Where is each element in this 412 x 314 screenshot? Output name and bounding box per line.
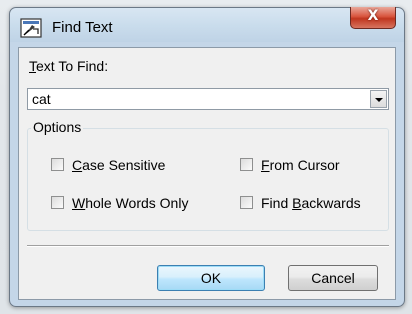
find-text-app-icon xyxy=(20,18,42,38)
whole-words-checkbox[interactable] xyxy=(51,196,64,209)
close-button[interactable]: X xyxy=(350,7,396,29)
close-icon: X xyxy=(367,8,379,24)
text-to-find-value[interactable]: cat xyxy=(32,91,51,107)
case-sensitive-label[interactable]: Case Sensitive xyxy=(72,157,165,173)
options-group xyxy=(27,128,389,231)
find-text-dialog: Find Text X Text To Find: cat Options Ca… xyxy=(9,7,405,307)
options-group-label: Options xyxy=(31,119,84,135)
chevron-down-icon[interactable] xyxy=(370,90,387,108)
from-cursor-label[interactable]: From Cursor xyxy=(261,157,340,173)
ok-button[interactable]: OK xyxy=(157,265,265,291)
find-backwards-label[interactable]: Find Backwards xyxy=(261,195,361,211)
case-sensitive-checkbox[interactable] xyxy=(51,158,64,171)
dialog-title: Find Text xyxy=(52,19,113,36)
separator xyxy=(27,245,389,247)
from-cursor-checkbox[interactable] xyxy=(240,158,253,171)
text-to-find-label: Text To Find: xyxy=(29,58,109,74)
find-backwards-checkbox[interactable] xyxy=(240,196,253,209)
title-bar[interactable]: Find Text X xyxy=(10,7,404,47)
whole-words-label[interactable]: Whole Words Only xyxy=(72,195,188,211)
dialog-body: Text To Find: cat Options Case Sensitive… xyxy=(18,47,396,300)
cancel-button[interactable]: Cancel xyxy=(288,265,378,291)
text-to-find-combobox[interactable]: cat xyxy=(27,88,389,110)
